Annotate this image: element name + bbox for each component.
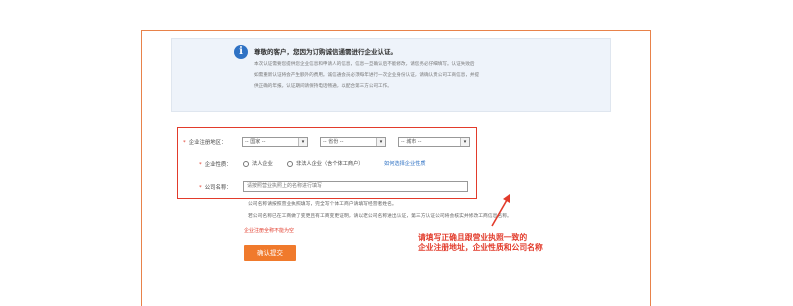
callout-line: 企业注册地址，企业性质和公司名称: [418, 243, 543, 252]
annotation-callout: 请填写正确且跟营业执照一致的 企业注册地址，企业性质和公司名称: [418, 233, 543, 253]
callout-line: 请填写正确且跟营业执照一致的: [418, 233, 528, 242]
annotation-arrow: [491, 194, 510, 227]
